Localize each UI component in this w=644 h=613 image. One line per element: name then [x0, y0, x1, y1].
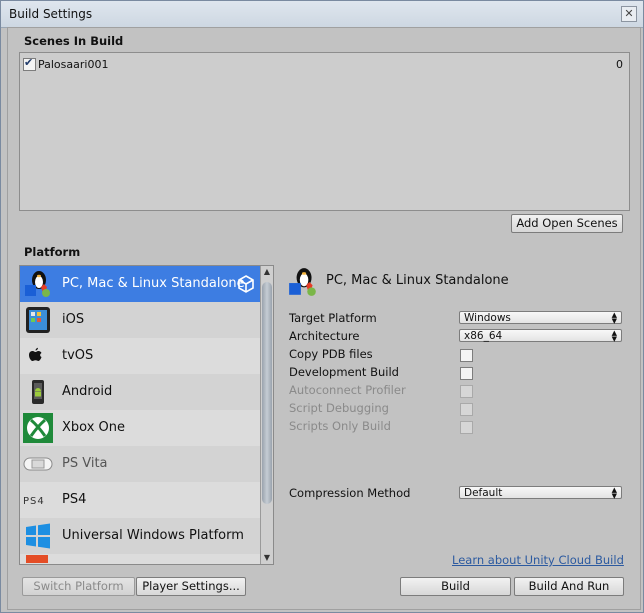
add-open-scenes-button[interactable]: Add Open Scenes — [511, 214, 623, 233]
platform-item-xbox[interactable]: Xbox One — [20, 410, 261, 446]
scroll-up-icon[interactable]: ▲ — [261, 266, 273, 278]
platform-item-psvita[interactable]: PS Vita — [20, 446, 261, 482]
player-settings-button[interactable]: Player Settings... — [136, 577, 246, 596]
selected-platform-title: PC, Mac & Linux Standalone — [326, 273, 509, 288]
scenes-list[interactable]: Palosaari001 0 — [19, 52, 630, 211]
html5-icon — [26, 555, 48, 563]
window-title: Build Settings — [9, 7, 93, 21]
platform-item-standalone[interactable]: PC, Mac & Linux Standalone — [20, 266, 261, 302]
build-button[interactable]: Build — [400, 577, 511, 596]
platform-item-webgl-partial[interactable] — [20, 554, 261, 564]
close-icon[interactable]: ✕ — [621, 6, 637, 22]
psvita-icon — [23, 449, 53, 479]
platform-list-scrollbar[interactable]: ▲ ▼ — [260, 266, 273, 564]
platform-item-ps4[interactable]: PS4 PS4 — [20, 482, 261, 518]
platform-header: Platform — [24, 245, 81, 259]
platform-label: PS Vita — [62, 456, 108, 471]
platform-item-android[interactable]: Android — [20, 374, 261, 410]
dropdown-arrows-icon: ▲ ▼ — [611, 486, 617, 500]
script-debugging-checkbox[interactable] — [460, 403, 473, 416]
architecture-label: Architecture — [289, 329, 360, 343]
development-build-label: Development Build — [289, 365, 399, 379]
script-debugging-label: Script Debugging — [289, 401, 389, 415]
platform-item-tvos[interactable]: tvOS — [20, 338, 261, 374]
platform-label: PC, Mac & Linux Standalone — [62, 276, 245, 291]
platform-label: Android — [62, 384, 113, 399]
platform-item-ios[interactable]: iOS — [20, 302, 261, 338]
target-platform-dropdown[interactable]: Windows ▲ ▼ — [459, 311, 622, 325]
compression-method-value: Default — [464, 487, 503, 499]
switch-platform-button[interactable]: Switch Platform — [22, 577, 135, 596]
architecture-dropdown[interactable]: x86_64 ▲ ▼ — [459, 329, 622, 343]
scripts-only-build-checkbox[interactable] — [460, 421, 473, 434]
scroll-down-icon[interactable]: ▼ — [261, 552, 273, 564]
scene-include-checkbox[interactable] — [23, 56, 36, 71]
compression-method-dropdown[interactable]: Default ▲ ▼ — [459, 486, 622, 500]
scenes-in-build-header: Scenes In Build — [24, 34, 124, 48]
windows-icon — [23, 521, 53, 551]
scene-index: 0 — [616, 58, 623, 71]
scripts-only-build-label: Scripts Only Build — [289, 419, 391, 433]
autoconnect-profiler-checkbox[interactable] — [460, 385, 473, 398]
platform-label: Universal Windows Platform — [62, 528, 244, 543]
dropdown-arrows-icon: ▲ ▼ — [611, 311, 617, 325]
pc-mac-linux-icon — [23, 269, 53, 299]
unity-cloud-build-link[interactable]: Learn about Unity Cloud Build — [452, 553, 624, 567]
platform-list[interactable]: PC, Mac & Linux Standalone iOS tvOS Andr… — [19, 265, 274, 565]
copy-pdb-checkbox[interactable] — [460, 349, 473, 362]
ios-icon — [23, 305, 53, 335]
scroll-thumb[interactable] — [262, 282, 272, 504]
compression-method-label: Compression Method — [289, 486, 411, 500]
platform-label: tvOS — [62, 348, 94, 363]
build-settings-window: Build Settings ✕ Scenes In Build Palosaa… — [0, 0, 644, 613]
ps4-icon: PS4 — [23, 485, 53, 515]
dropdown-arrows-icon: ▲ ▼ — [611, 329, 617, 343]
platform-label: PS4 — [62, 492, 87, 507]
build-and-run-button[interactable]: Build And Run — [514, 577, 624, 596]
autoconnect-profiler-label: Autoconnect Profiler — [289, 383, 406, 397]
platform-item-uwp[interactable]: Universal Windows Platform — [20, 518, 261, 554]
unity-active-platform-icon — [237, 275, 255, 296]
target-platform-label: Target Platform — [289, 311, 377, 325]
platform-label: Xbox One — [62, 420, 126, 435]
development-build-checkbox[interactable] — [460, 367, 473, 380]
selected-platform-icon — [287, 266, 319, 298]
copy-pdb-label: Copy PDB files — [289, 347, 373, 361]
target-platform-value: Windows — [464, 312, 511, 324]
scene-name: Palosaari001 — [38, 58, 109, 71]
title-bar[interactable]: Build Settings ✕ — [1, 1, 643, 28]
svg-text:PS4: PS4 — [23, 496, 45, 507]
xbox-icon — [23, 413, 53, 443]
architecture-value: x86_64 — [464, 330, 503, 342]
build-settings-content: Scenes In Build Palosaari001 0 Add Open … — [7, 27, 641, 610]
tvos-icon — [23, 341, 53, 371]
scene-row[interactable]: Palosaari001 0 — [23, 56, 623, 73]
android-icon — [23, 377, 53, 407]
platform-label: iOS — [62, 312, 85, 327]
